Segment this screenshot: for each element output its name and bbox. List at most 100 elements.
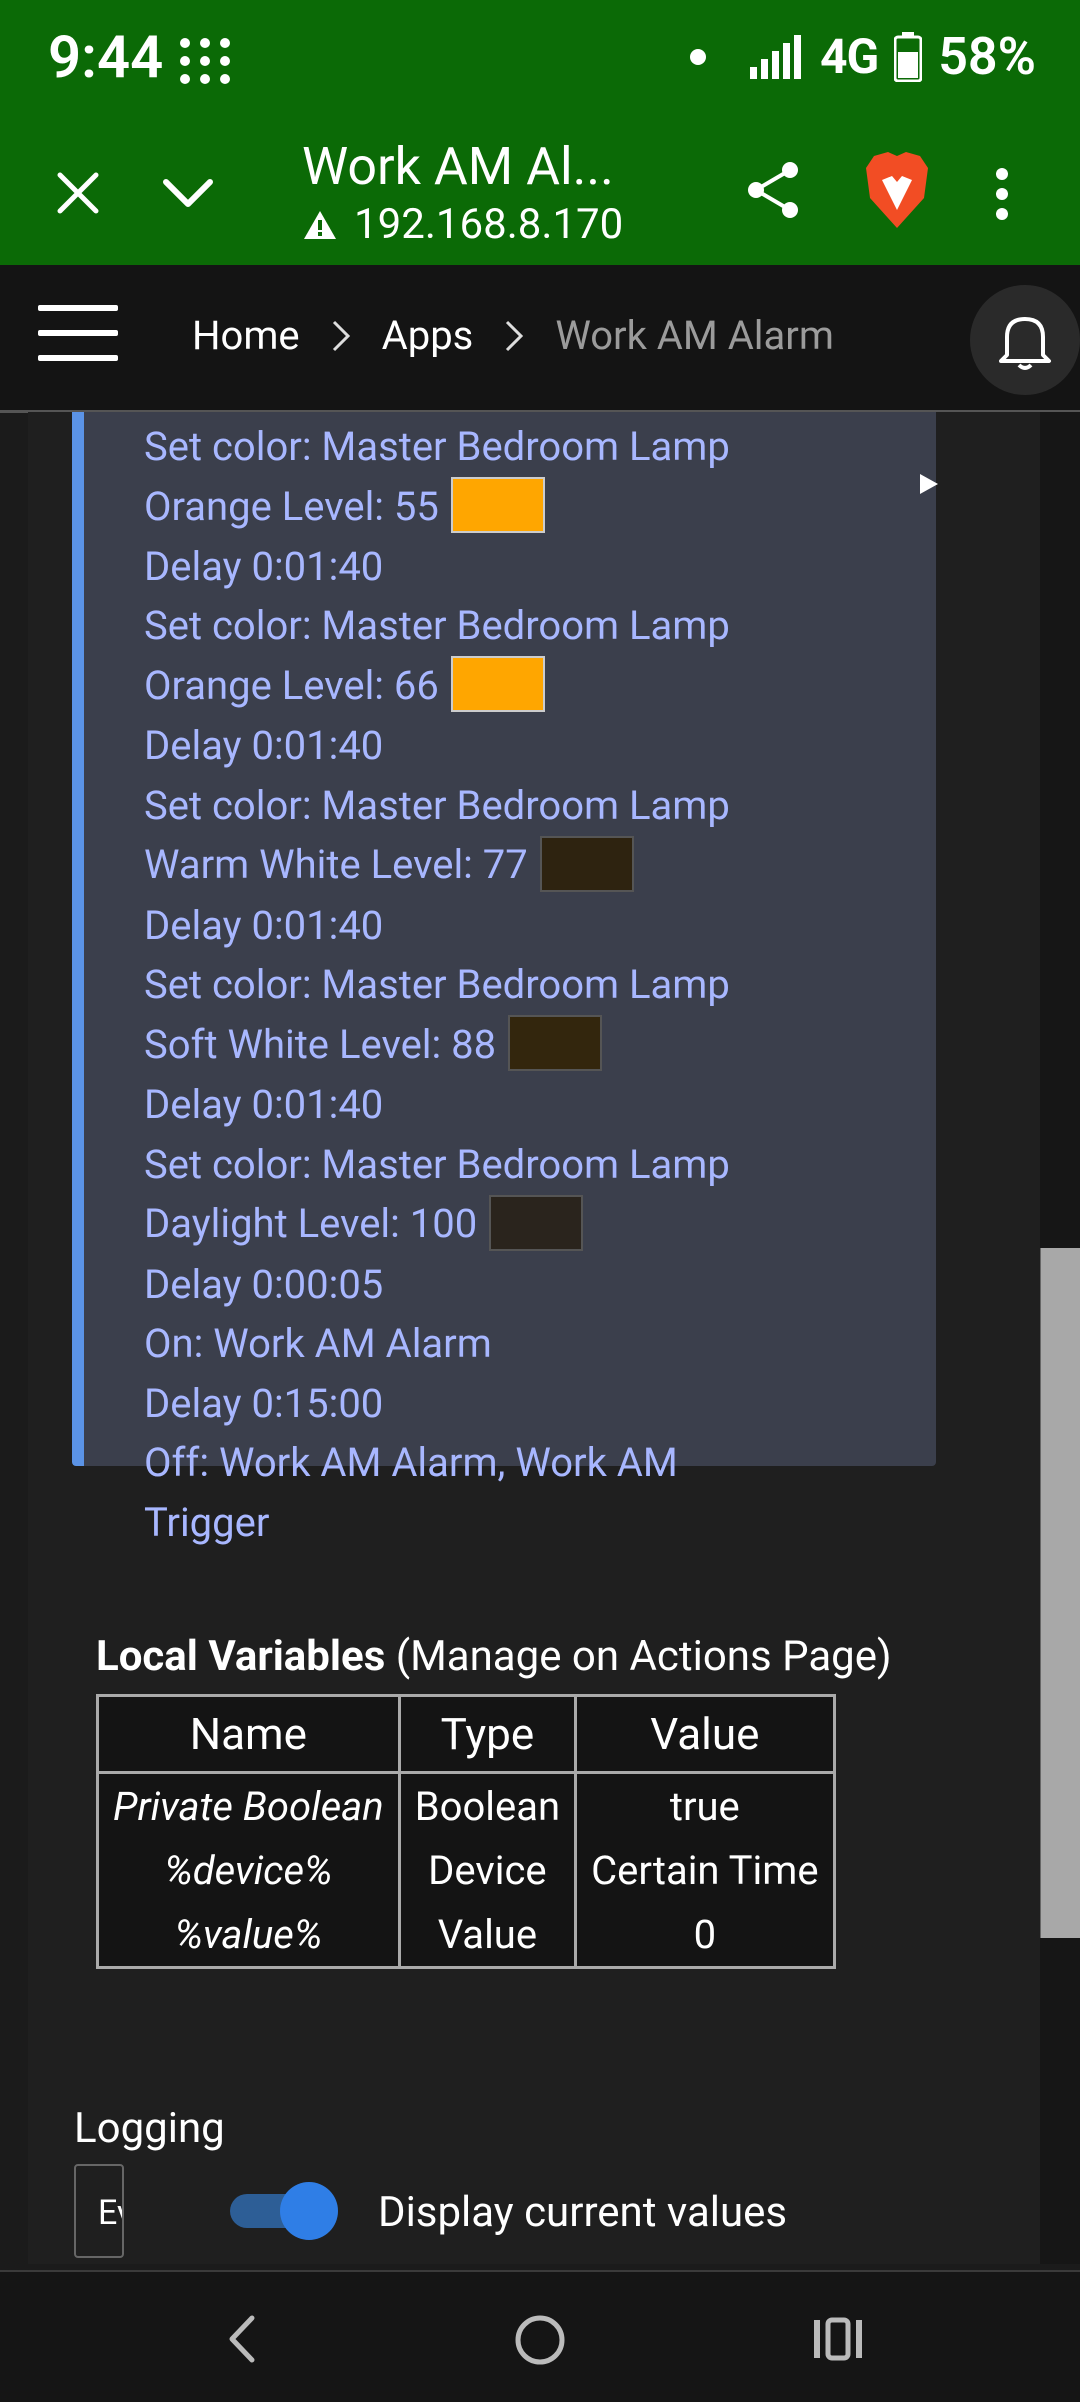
color-swatch xyxy=(489,1194,584,1251)
action-line-text: On: Work AM Alarm xyxy=(144,1320,492,1368)
share-button[interactable] xyxy=(742,158,806,226)
action-line: Set color: Master Bedroom Lamp xyxy=(144,417,904,477)
notification-dot-icon xyxy=(689,48,706,65)
variable-value: 0 xyxy=(574,1902,836,1968)
action-line: Delay 0:01:40 xyxy=(144,716,904,776)
action-line: Delay 0:01:40 xyxy=(144,1075,904,1135)
bell-icon xyxy=(999,317,1051,370)
home-icon xyxy=(515,2315,565,2365)
variable-type: Boolean xyxy=(397,1771,578,1838)
play-icon[interactable] xyxy=(916,472,940,496)
action-line: Delay 0:15:00 xyxy=(144,1374,904,1434)
close-tab-button[interactable] xyxy=(50,165,106,225)
variable-type: Device xyxy=(397,1838,578,1902)
column-header-name: Name xyxy=(96,1694,401,1774)
actions-list: Set color: Master Bedroom Lamp Orange Lev… xyxy=(144,417,904,1552)
action-line-text: Orange Level: 66 xyxy=(144,661,439,709)
action-line-text: Trigger xyxy=(144,1498,270,1546)
more-vert-icon xyxy=(996,168,1008,220)
action-line: Off: Work AM Alarm, Work AM xyxy=(144,1433,904,1493)
local-variables-subtitle: (Manage on Actions Page) xyxy=(395,1632,892,1681)
variable-name: %device% xyxy=(96,1838,401,1902)
action-line: Delay 0:00:05 xyxy=(144,1255,904,1315)
brave-shields-button[interactable] xyxy=(862,150,932,234)
home-button[interactable] xyxy=(512,2312,568,2372)
share-icon xyxy=(748,162,798,218)
action-line-text: Daylight Level: 100 xyxy=(144,1200,478,1248)
action-line: Daylight Level: 100 xyxy=(144,1194,904,1254)
brave-lion-icon xyxy=(866,152,928,228)
action-line-text: Delay 0:15:00 xyxy=(144,1379,384,1427)
logging-event-select[interactable]: Even xyxy=(74,2164,124,2258)
action-line: Warm White Level: 77 xyxy=(144,835,904,895)
action-line: Set color: Master Bedroom Lamp xyxy=(144,1135,904,1195)
browser-toolbar: Work AM Al... 192.168.8.170 xyxy=(0,120,1080,265)
battery-percent: 58% xyxy=(938,26,1036,87)
hamburger-icon xyxy=(38,305,118,311)
action-line: Soft White Level: 88 xyxy=(144,1015,904,1075)
action-line: Delay 0:01:40 xyxy=(144,896,904,956)
table-row: %value% Value 0 xyxy=(96,1902,836,1968)
breadcrumb-current: Work AM Alarm xyxy=(555,312,834,359)
variable-type: Value xyxy=(397,1902,578,1968)
recent-apps-button[interactable] xyxy=(810,2314,866,2368)
url-text: 192.168.8.170 xyxy=(354,200,624,249)
action-line: Delay 0:01:40 xyxy=(144,537,904,597)
actions-card: Set color: Master Bedroom Lamp Orange Lev… xyxy=(72,412,938,1546)
system-navigation-bar xyxy=(0,2270,1080,2402)
close-icon xyxy=(57,172,99,214)
back-button[interactable] xyxy=(222,2314,262,2368)
variable-value: Certain Time xyxy=(574,1838,836,1902)
battery-icon xyxy=(894,31,923,82)
action-line-text: Set color: Master Bedroom Lamp xyxy=(144,781,730,829)
local-variables-title: Local Variables xyxy=(96,1632,386,1681)
breadcrumb-apps[interactable]: Apps xyxy=(382,312,474,359)
signal-icon xyxy=(749,34,801,79)
network-type: 4G xyxy=(819,28,879,85)
table-row: %device% Device Certain Time xyxy=(96,1838,836,1902)
url-display[interactable]: 192.168.8.170 xyxy=(302,200,623,249)
color-swatch xyxy=(539,835,634,892)
action-line: Orange Level: 55 xyxy=(144,476,904,537)
action-line-text: Orange Level: 55 xyxy=(144,482,439,530)
action-line-text: Delay 0:01:40 xyxy=(144,1081,384,1129)
page-title: Work AM Al... xyxy=(302,136,614,197)
color-swatch xyxy=(450,656,545,713)
table-row: Private Boolean Boolean true xyxy=(96,1771,836,1838)
breadcrumb: Home Apps Work AM Alarm xyxy=(192,312,834,359)
action-line-text: Off: Work AM Alarm, Work AM xyxy=(144,1439,678,1487)
action-line-text: Delay 0:01:40 xyxy=(144,901,384,949)
recent-apps-icon xyxy=(814,2317,862,2361)
variable-name: Private Boolean xyxy=(96,1771,401,1838)
app-grid-icon xyxy=(180,38,232,84)
action-line: Orange Level: 66 xyxy=(144,656,904,716)
minimize-button[interactable] xyxy=(158,168,218,222)
column-header-value: Value xyxy=(574,1694,836,1774)
action-line: On: Work AM Alarm xyxy=(144,1314,904,1374)
variable-name: %value% xyxy=(96,1902,401,1968)
local-variables-table: Name Type Value Private Boolean Boolean … xyxy=(96,1694,836,1969)
variable-value: true xyxy=(574,1771,836,1838)
breadcrumb-home[interactable]: Home xyxy=(192,312,300,359)
action-line-text: Set color: Master Bedroom Lamp xyxy=(144,1140,730,1188)
action-line-text: Delay 0:01:40 xyxy=(144,722,384,770)
scrollbar-thumb[interactable] xyxy=(1040,1248,1080,1938)
warning-icon xyxy=(304,210,336,239)
action-line-text: Soft White Level: 88 xyxy=(144,1020,497,1068)
display-values-toggle[interactable] xyxy=(230,2182,338,2240)
local-variables-heading: Local Variables (Manage on Actions Page) xyxy=(96,1632,892,1681)
column-header-type: Type xyxy=(397,1694,578,1774)
chevron-right-icon xyxy=(506,320,524,351)
action-line: Set color: Master Bedroom Lamp xyxy=(144,596,904,656)
action-line: Trigger xyxy=(144,1493,904,1553)
menu-button[interactable] xyxy=(38,305,118,361)
more-options-button[interactable] xyxy=(992,164,1012,228)
logging-select-value: Even xyxy=(98,2193,122,2233)
action-line-text: Delay 0:01:40 xyxy=(144,542,384,590)
action-line-text: Delay 0:00:05 xyxy=(144,1260,384,1308)
color-swatch xyxy=(508,1015,603,1072)
notifications-button[interactable] xyxy=(970,285,1080,395)
action-line: Set color: Master Bedroom Lamp xyxy=(144,776,904,836)
chevron-down-icon xyxy=(163,179,213,207)
action-line-text: Warm White Level: 77 xyxy=(144,841,528,889)
